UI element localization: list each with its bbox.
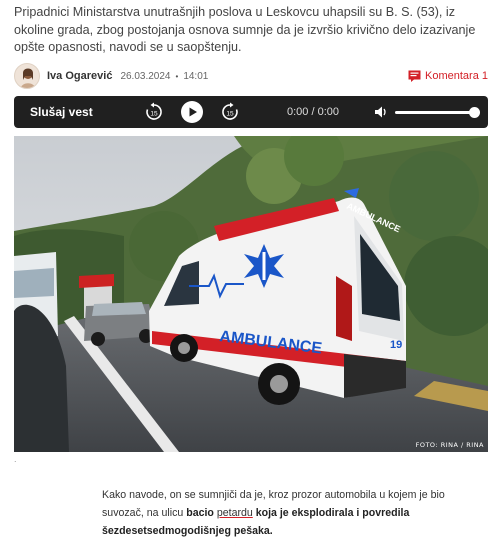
rewind-seconds-label: 15 — [150, 111, 158, 118]
body-bold-part1: bacio — [186, 507, 217, 519]
volume-slider[interactable] — [395, 106, 480, 118]
article-lead: Pripadnici Ministarstva unutrašnjih posl… — [14, 5, 476, 54]
byline: Iva Ogarević 26.03.2024 • 14:01 Komentar… — [14, 62, 488, 90]
author-avatar[interactable] — [14, 63, 40, 89]
article-photo[interactable]: AMBULANCE AMBULANCE 19 FOTO: RINA / RINA — [14, 136, 488, 452]
ambulance-photo: AMBULANCE AMBULANCE 19 — [14, 136, 488, 452]
volume-icon — [375, 106, 386, 118]
byline-separator: • — [175, 71, 179, 81]
audio-player: Slušaj vest 15 15 0:00 / 0:00 — [14, 96, 488, 128]
volume-slider-handle[interactable] — [469, 106, 480, 118]
forward-15-button[interactable]: 15 — [219, 101, 241, 123]
forward-seconds-label: 15 — [226, 111, 234, 118]
rewind-15-icon: 15 — [146, 102, 162, 120]
comment-bubble-icon — [408, 70, 421, 82]
comments-link[interactable]: Komentara 1 — [408, 70, 488, 82]
play-button[interactable] — [181, 101, 203, 123]
play-icon — [189, 107, 197, 117]
mute-button[interactable] — [373, 104, 389, 120]
article-body-paragraph: Kako navode, on se sumnjiči da je, kroz … — [102, 486, 480, 540]
publish-time: 14:01 — [183, 70, 209, 82]
photo-credit: FOTO: RINA / RINA — [415, 441, 484, 449]
time-separator: / — [311, 106, 315, 118]
ambulance-number: 19 — [390, 339, 402, 351]
player-timecode: 0:00 / 0:00 — [287, 106, 357, 118]
current-time: 0:00 — [287, 106, 309, 118]
player-title: Slušaj vest — [30, 105, 93, 119]
forward-15-icon: 15 — [222, 102, 238, 120]
caption-dot: . — [14, 454, 17, 464]
petarda-link[interactable]: petardu — [217, 507, 253, 519]
duration: 0:00 — [317, 106, 340, 118]
publish-date: 26.03.2024 — [120, 70, 171, 82]
rewind-15-button[interactable]: 15 — [143, 101, 165, 123]
comments-count-label: Komentara 1 — [425, 70, 488, 82]
author-name[interactable]: Iva Ogarević — [47, 70, 112, 82]
